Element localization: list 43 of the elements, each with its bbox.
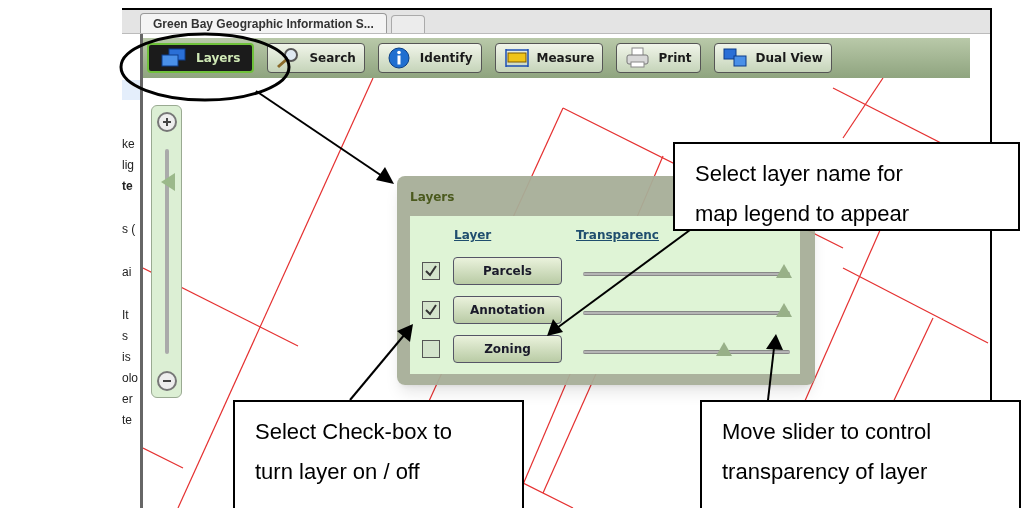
callout-text: Select Check-box to turn layer on / off xyxy=(255,418,453,486)
toolbar-button[interactable]: Search xyxy=(267,43,365,73)
cut-off-text: is xyxy=(122,349,131,366)
layers-icon xyxy=(161,47,186,69)
checkbox[interactable] xyxy=(422,262,440,280)
checkbox[interactable] xyxy=(422,301,440,319)
panel-title: Layers xyxy=(410,189,456,206)
toolbar-button[interactable]: Identify xyxy=(377,43,482,73)
browser-tab[interactable]: Green Bay Geographic Information S... xyxy=(140,13,387,33)
ruler-icon xyxy=(503,47,529,69)
callout-text: Move slider to control transparency of layer xyxy=(722,418,933,486)
cut-off-text: te xyxy=(122,178,133,195)
zoom-slider-thumb[interactable] xyxy=(160,172,175,191)
toolbar-button[interactable]: Layers xyxy=(147,43,255,73)
cut-off-text: er xyxy=(122,391,133,408)
callout-text: Select layer name for map legend to appear xyxy=(695,160,911,228)
windows-icon xyxy=(722,47,748,69)
toolbar-button[interactable]: Measure xyxy=(494,43,604,73)
layer-name-button[interactable]: Annotation xyxy=(453,296,562,324)
slider-thumb[interactable] xyxy=(715,342,732,356)
cut-off-text: te xyxy=(122,412,132,429)
zoom-out-button[interactable] xyxy=(156,371,177,391)
slider-thumb[interactable] xyxy=(775,264,792,278)
toolbar-button[interactable]: Print xyxy=(616,43,701,73)
cut-off-text: s ( xyxy=(122,221,136,238)
toolbar-button[interactable]: Dual View xyxy=(713,43,832,73)
cut-off-text: s xyxy=(122,328,128,345)
cut-off-text: ai xyxy=(122,264,132,281)
slider-thumb[interactable] xyxy=(775,303,792,317)
column-header: Transparenc xyxy=(576,227,659,244)
cut-off-text: lig xyxy=(122,157,134,174)
zoom-in-button[interactable] xyxy=(156,112,177,132)
layer-name-button[interactable]: Zoning xyxy=(453,335,562,363)
info-icon xyxy=(386,47,412,69)
cut-off-text: ke xyxy=(122,136,135,153)
checkbox[interactable] xyxy=(422,340,440,358)
printer-icon xyxy=(625,47,651,69)
column-header: Layer xyxy=(454,227,493,244)
cut-off-text: It xyxy=(122,307,129,324)
cut-off-text: olo xyxy=(122,370,138,387)
layer-name-button[interactable]: Parcels xyxy=(453,257,562,285)
new-tab-button[interactable] xyxy=(390,15,425,33)
plus-icon xyxy=(161,117,172,127)
